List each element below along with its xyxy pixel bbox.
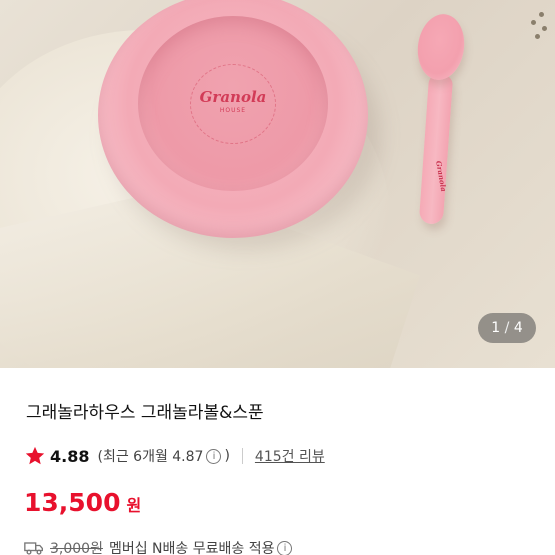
price: 13,500 [24,488,121,517]
recent-rating-close: ) [224,448,230,464]
product-image[interactable]: Granola HOUSE Granola 1 / 4 [0,0,555,368]
review-count-link[interactable]: 415건 리뷰 [255,446,325,466]
price-row: 13,500 원 [24,488,141,517]
rating-score: 4.88 [50,446,90,466]
image-page-counter: 1 / 4 [478,313,536,343]
counter-separator: / [504,320,510,336]
shipping-row: 3,000원 멤버십 N배송 무료배송 적용 i [24,538,295,555]
recent-rating: (최근 6개월 4.87 [97,449,204,465]
shipping-benefit: 멤버십 N배송 무료배송 적용 [108,541,275,555]
price-currency: 원 [126,496,142,515]
bowl-inner: Granola HOUSE [138,16,328,191]
pink-bowl: Granola HOUSE [98,0,368,238]
info-icon[interactable]: i [206,448,222,464]
counter-total: 4 [513,320,523,336]
product-title: 그래놀라하우스 그래놀라볼&스푼 [26,403,264,423]
bowl-logo-sub: HOUSE [219,107,247,114]
spoon-handle [418,73,454,225]
bowl-logo-name: Granola [199,88,267,106]
shipping-fee-original: 3,000원 [50,541,103,555]
divider [241,448,243,464]
dried-flower-sprig [509,8,549,48]
star-icon [25,446,45,465]
bowl-logo: Granola HOUSE [190,64,276,144]
truck-icon [24,542,43,555]
shipping-info-icon[interactable]: i [277,540,293,555]
spoon-head [413,11,469,83]
counter-current: 1 [491,320,501,336]
rating-row: 4.88 (최근 6개월 4.87 i ) 415건 리뷰 [24,444,325,468]
